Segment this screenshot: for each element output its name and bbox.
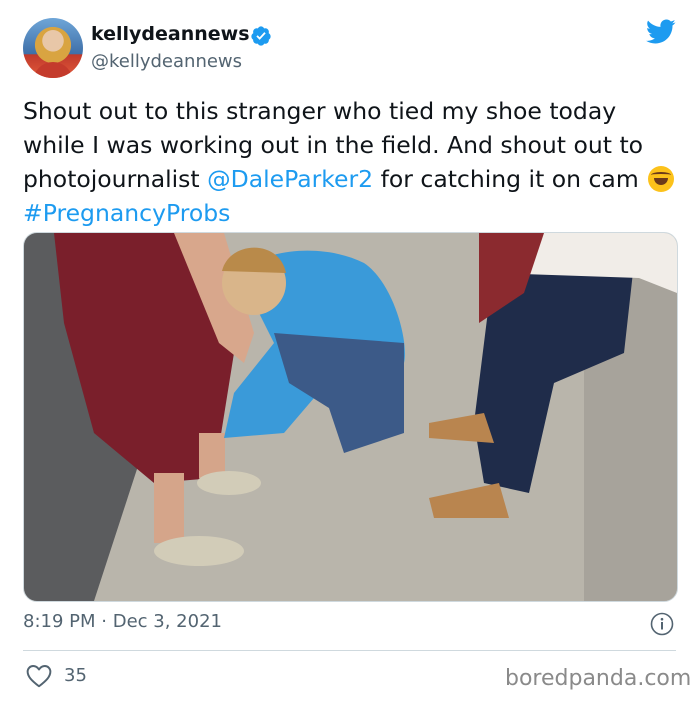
tweet-photo[interactable]: [23, 232, 678, 602]
author-display-name[interactable]: kellydeannews: [91, 23, 250, 45]
heart-icon[interactable]: [26, 664, 52, 688]
timestamp-separator: ·: [101, 611, 107, 632]
tweet-timestamp[interactable]: 8:19 PM · Dec 3, 2021: [23, 611, 222, 632]
timestamp-date: Dec 3, 2021: [112, 611, 222, 632]
photo-leg-right: [199, 433, 225, 478]
rofl-emoji-icon: [648, 166, 675, 192]
avatar-shoulders: [33, 62, 73, 78]
verified-badge-icon: [251, 26, 271, 46]
tweet-text: Shout out to this stranger who tied my s…: [23, 94, 678, 230]
avatar[interactable]: [23, 18, 83, 78]
photo-sneaker-left: [154, 536, 244, 566]
photo-illustration: [24, 233, 677, 601]
mention-link[interactable]: @DaleParker2: [207, 165, 373, 193]
twitter-bird-icon[interactable]: [646, 19, 676, 45]
author-handle[interactable]: @kellydeannews: [91, 51, 242, 72]
hashtag-link[interactable]: #PregnancyProbs: [23, 199, 230, 227]
watermark: boredpanda.com: [505, 666, 692, 691]
tweet-card: kellydeannews @kellydeannews Shout out t…: [0, 0, 700, 703]
like-count: 35: [64, 665, 87, 686]
photo-leg-left: [154, 473, 184, 543]
divider: [23, 650, 676, 651]
info-icon[interactable]: [650, 612, 674, 636]
tweet-text-part2: for catching it on cam: [373, 165, 647, 193]
timestamp-time: 8:19 PM: [23, 611, 96, 632]
photo-sneaker-right: [197, 471, 261, 495]
